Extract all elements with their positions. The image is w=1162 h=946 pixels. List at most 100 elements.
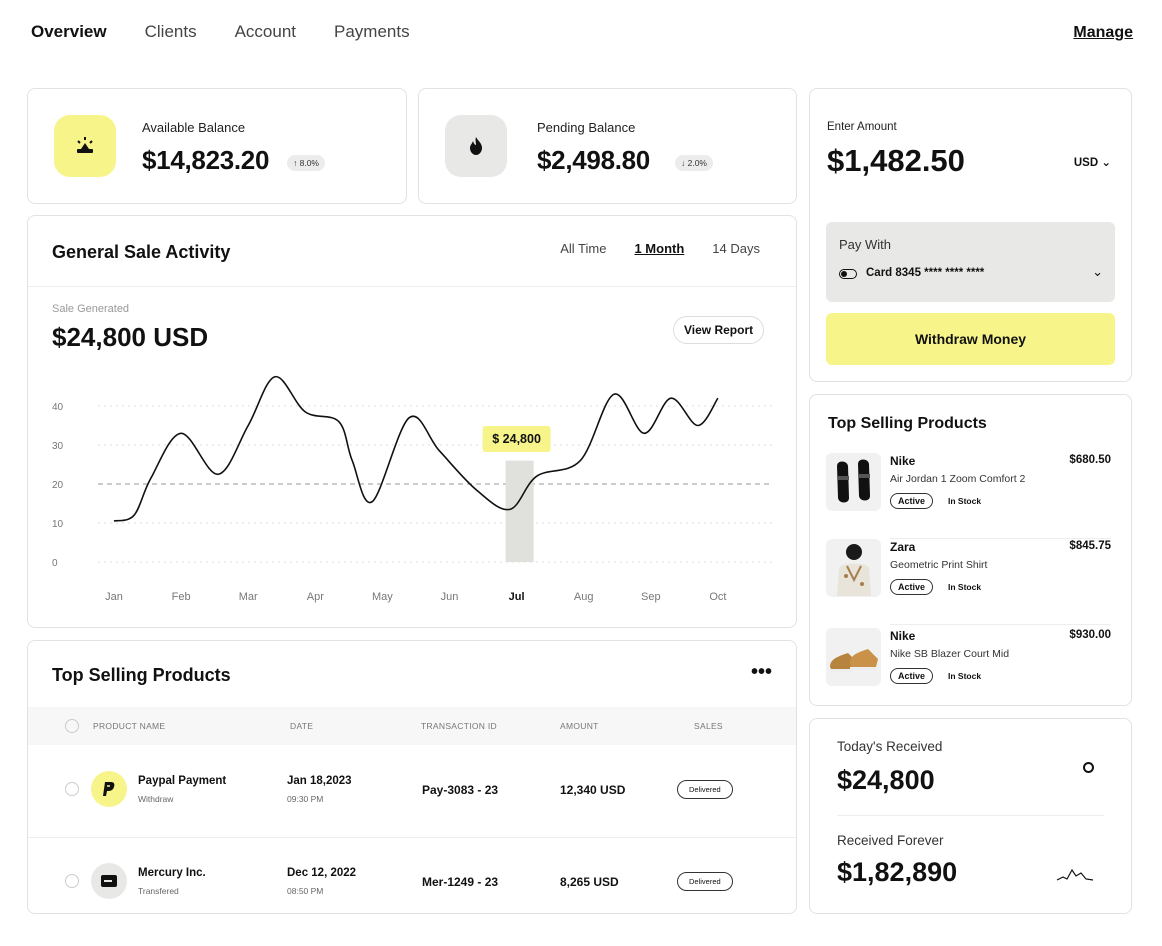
divider <box>837 815 1104 816</box>
circle-icon <box>1083 762 1094 773</box>
row-checkbox[interactable] <box>65 874 79 888</box>
today-received-label: Today's Received <box>837 739 943 754</box>
bolt-sun-icon <box>54 115 116 177</box>
pay-with-label: Pay With <box>839 237 892 252</box>
withdraw-card: Enter Amount $1,482.50 USD ⌄ Pay With Ca… <box>809 88 1132 382</box>
table-row[interactable]: Mercury Inc. Transfered Dec 12, 2022 08:… <box>28 839 796 933</box>
status-badge: Active <box>890 493 934 509</box>
status-badge: Delivered <box>677 872 733 891</box>
select-all-checkbox[interactable] <box>65 719 79 733</box>
available-balance-label: Available Balance <box>142 120 246 135</box>
y-tick-label: 40 <box>52 402 64 413</box>
stock-status: In Stock <box>948 671 982 681</box>
top-selling-card: Top Selling Products Nike Air Jordan 1 Z… <box>809 394 1132 706</box>
product-brand: Zara <box>890 540 916 554</box>
product-name: Air Jordan 1 Zoom Comfort 2 <box>890 473 1026 485</box>
pending-change-badge: ↓ 2.0% <box>675 155 713 171</box>
chevron-down-icon: ⌄ <box>1101 157 1111 169</box>
x-tick-label: Apr <box>307 591 324 603</box>
row-date: Dec 12, 2022 <box>287 867 357 879</box>
y-tick-label: 0 <box>52 558 58 569</box>
amount-input[interactable]: $1,482.50 <box>827 143 965 179</box>
product-name: Paypal Payment <box>138 775 227 787</box>
today-received-value: $24,800 <box>837 765 935 795</box>
y-tick-label: 10 <box>52 519 64 530</box>
available-balance-value: $14,823.20 <box>142 145 270 175</box>
more-horizontal-icon[interactable]: ••• <box>751 661 772 684</box>
shirt-model-image <box>826 539 881 597</box>
sale-activity-card: General Sale Activity All Time 1 Month 1… <box>27 215 797 628</box>
sandals-image <box>826 453 881 511</box>
chevron-down-icon: ⌄ <box>1092 264 1103 279</box>
products-table-card: Top Selling Products ••• PRODUCT NAME DA… <box>27 640 797 914</box>
product-name: Mercury Inc. <box>138 867 206 879</box>
pending-balance-label: Pending Balance <box>537 120 636 135</box>
flame-icon <box>445 115 507 177</box>
col-sales: SALES <box>694 721 723 731</box>
tab-clients[interactable]: Clients <box>145 22 197 42</box>
col-product-name: PRODUCT NAME <box>93 721 166 731</box>
sneakers-image <box>826 628 881 686</box>
row-transaction-id: Pay-3083 - 23 <box>422 783 499 797</box>
top-selling-title: Top Selling Products <box>828 415 987 432</box>
col-amount: AMOUNT <box>560 721 599 731</box>
table-header: PRODUCT NAME DATE TRANSACTION ID AMOUNT … <box>28 707 796 745</box>
status-badge: Delivered <box>677 780 733 799</box>
table-row[interactable]: Paypal Payment Withdraw Jan 18,2023 09:3… <box>28 745 796 839</box>
withdraw-money-button[interactable]: Withdraw Money <box>826 313 1115 365</box>
stock-status: In Stock <box>948 496 982 506</box>
list-item[interactable]: Nike Nike SB Blazer Court Mid Active In … <box>826 628 1111 714</box>
x-tick-label: Aug <box>574 591 594 603</box>
list-item[interactable]: Zara Geometric Print Shirt Active In Sto… <box>826 539 1111 625</box>
products-table-title: Top Selling Products <box>52 665 231 685</box>
product-price: $680.50 <box>1069 454 1111 466</box>
row-checkbox[interactable] <box>65 782 79 796</box>
series-line <box>113 375 719 522</box>
product-name: Geometric Print Shirt <box>890 559 988 571</box>
col-transaction-id: TRANSACTION ID <box>421 721 497 731</box>
manage-link[interactable]: Manage <box>1073 24 1133 42</box>
x-tick-label: Jan <box>105 591 123 603</box>
tab-overview[interactable]: Overview <box>31 22 107 42</box>
x-tick-label: Jun <box>441 591 459 603</box>
withdraw-button-label: Withdraw Money <box>914 331 1027 347</box>
available-balance-card: Available Balance $14,823.20 ↑ 8.0% <box>27 88 407 204</box>
col-date: DATE <box>290 721 314 731</box>
received-card: Today's Received $24,800 Received Foreve… <box>809 718 1132 914</box>
row-amount: 12,340 USD <box>560 783 626 797</box>
pay-with-select[interactable]: Pay With Card 8345 **** **** **** ⌄ <box>826 222 1115 302</box>
pending-balance-card: Pending Balance $2,498.80 ↓ 2.0% <box>418 88 797 204</box>
item-divider <box>890 624 1111 625</box>
tab-payments[interactable]: Payments <box>334 22 410 42</box>
stock-status: In Stock <box>948 582 982 592</box>
tooltip-label: $ 24,800 <box>492 432 541 446</box>
received-forever-value: $1,82,890 <box>837 857 958 887</box>
available-change-badge: ↑ 8.0% <box>287 155 325 171</box>
x-tick-label: Jul <box>509 591 525 603</box>
card-number: Card 8345 **** **** **** <box>866 267 985 279</box>
list-item[interactable]: Nike Air Jordan 1 Zoom Comfort 2 Active … <box>826 453 1111 539</box>
pending-balance-value: $2,498.80 <box>537 145 650 175</box>
row-amount: 8,265 USD <box>560 875 619 889</box>
row-divider <box>28 837 796 838</box>
paypal-icon <box>91 771 127 807</box>
row-time: 08:50 PM <box>287 886 324 896</box>
sparkline-icon <box>1056 868 1094 881</box>
product-brand: Nike <box>890 629 916 643</box>
product-name: Nike SB Blazer Court Mid <box>890 648 1010 660</box>
enter-amount-label: Enter Amount <box>827 121 897 133</box>
row-transaction-id: Mer-1249 - 23 <box>422 875 499 889</box>
x-tick-label: Sep <box>641 591 661 603</box>
toggle-card-icon <box>839 269 857 279</box>
status-badge: Active <box>890 579 934 595</box>
status-badge: Active <box>890 668 934 684</box>
currency-select[interactable]: USD ⌄ <box>1074 155 1111 169</box>
sale-chart: 0 10 20 30 40 Jan Feb Mar Apr May Jun Jul Aug Sep Oct $… <box>52 375 773 603</box>
tab-account[interactable]: Account <box>235 22 296 42</box>
product-price: $845.75 <box>1069 540 1111 552</box>
x-tick-label: Mar <box>239 591 258 603</box>
card-icon <box>91 863 127 899</box>
product-sub: Withdraw <box>138 794 174 804</box>
y-tick-label: 20 <box>52 480 64 491</box>
product-price: $930.00 <box>1069 629 1111 641</box>
